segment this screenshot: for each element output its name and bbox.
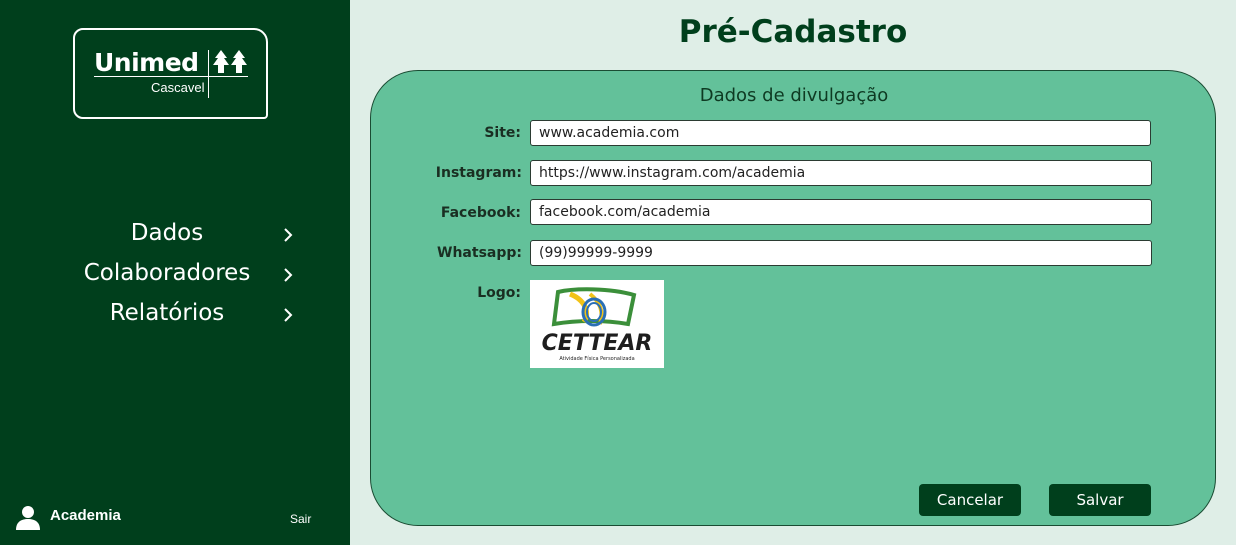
sidebar-item-label: Dados — [130, 220, 204, 246]
logo-underline — [94, 76, 248, 77]
chevron-right-icon — [284, 228, 293, 242]
site-label: Site: — [484, 125, 521, 141]
sidebar-item-colaboradores[interactable]: Colaboradores — [0, 258, 350, 294]
section-title: Dados de divulgação — [699, 85, 889, 106]
logo-divider — [208, 50, 209, 98]
logo-label: Logo: — [477, 285, 521, 301]
logo-tagline: Atividade Física Personalizada — [559, 355, 634, 362]
logo-brand: Unimed — [94, 48, 199, 77]
facebook-input[interactable] — [530, 199, 1152, 225]
page-title: Pré-Cadastro — [678, 14, 908, 50]
form-panel: Dados de divulgação Site: Instagram: Fac… — [370, 70, 1216, 526]
save-button[interactable]: Salvar — [1049, 484, 1151, 516]
user-icon — [16, 506, 40, 530]
instagram-label: Instagram: — [435, 165, 522, 181]
sidebar: Unimed Cascavel Dados Colaboradores Rela… — [0, 0, 350, 545]
whatsapp-label: Whatsapp: — [437, 245, 522, 261]
cettear-logo-icon: CETTEAR Atividade Física Personalizada — [542, 287, 653, 362]
user-name: Academia — [50, 507, 121, 524]
logout-link[interactable]: Sair — [290, 512, 311, 526]
sidebar-item-label: Colaboradores — [83, 260, 251, 286]
site-input[interactable] — [530, 120, 1151, 146]
sidebar-item-relatorios[interactable]: Relatórios — [0, 298, 350, 334]
logo-city: Cascavel — [151, 80, 205, 95]
unimed-logo: Unimed Cascavel — [73, 28, 268, 119]
unimed-tree-icon — [213, 50, 247, 73]
sidebar-item-label: Relatórios — [109, 300, 225, 326]
facebook-label: Facebook: — [440, 205, 521, 221]
chevron-right-icon — [284, 308, 293, 322]
academy-logo-image[interactable]: CETTEAR Atividade Física Personalizada — [530, 280, 664, 368]
cancel-button[interactable]: Cancelar — [919, 484, 1021, 516]
whatsapp-input[interactable] — [530, 240, 1152, 266]
chevron-right-icon — [284, 268, 293, 282]
sidebar-item-dados[interactable]: Dados — [0, 218, 350, 254]
instagram-input[interactable] — [530, 160, 1152, 186]
logo-brand-text: CETTEAR — [542, 331, 653, 356]
